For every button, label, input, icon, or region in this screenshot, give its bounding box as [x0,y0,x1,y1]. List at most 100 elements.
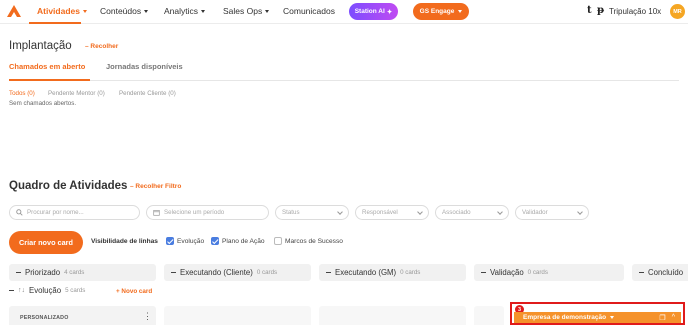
swimlane-count: 5 cards [65,287,86,294]
validator-placeholder: Validador [522,209,548,216]
collapse-link[interactable]: – Recolher [85,43,118,50]
responsible-placeholder: Responsável [362,209,398,216]
empty-column-cell [164,306,311,325]
column-count: 0 cards [400,269,421,276]
chevron-down-icon [458,10,463,13]
checkbox-plano-de-acao-label: Plano de Ação [222,238,265,245]
chevron-up-icon[interactable]: ^ [672,314,675,322]
nav-item-label: Sales Ops [223,6,263,16]
swimlane-name: Evolução [29,286,62,295]
add-card-button[interactable]: + Novo card [116,288,152,295]
collapse-label: Recolher [90,43,119,50]
checkbox-evolucao-label: Evolução [177,238,205,245]
station-ai-button[interactable]: Station AI ✦ [349,3,398,20]
station-ai-label: Station AI [354,8,385,15]
page-title: Implantação [9,40,72,52]
collapse-icon[interactable] [9,289,14,292]
search-placeholder: Procurar por nome... [27,209,84,216]
nav-item-label: Atividades [37,6,80,16]
checkbox-marcos-de-sucesso[interactable] [274,237,282,245]
active-nav-indicator [29,22,81,24]
avatar[interactable]: MR [670,4,685,19]
nav-item-conteudos[interactable]: Conteúdos [100,6,149,16]
checkbox-evolucao[interactable] [166,237,174,245]
tab-jornadas-disponiveis[interactable]: Jornadas disponíveis [106,62,183,71]
search-input[interactable]: Procurar por nome... [9,205,140,220]
status-placeholder: Status [282,209,300,216]
column-name: Validação [490,268,524,277]
period-picker[interactable]: Selecione um período [146,205,269,220]
p-brand-icon[interactable]: ᵽ [597,5,604,16]
create-card-button[interactable]: Criar novo card [9,231,83,254]
chevron-down-icon [577,208,583,215]
t-brand-icon[interactable]: t [587,5,592,16]
chevron-down-icon [265,9,270,13]
column-name: Concluído [648,268,684,277]
collapse-icon[interactable] [481,271,486,274]
demo-company-label: Empresa de demonstração [523,314,607,321]
nav-item-label: Conteúdos [100,6,142,16]
associate-placeholder: Associado [442,209,471,216]
board-title: Quadro de Atividades [9,180,128,192]
nav-item-sales-ops[interactable]: Sales Ops [223,6,270,16]
chevron-down-icon [83,9,87,13]
column-name: Executando (Cliente) [180,268,253,277]
chevron-down-icon [201,9,206,13]
sort-arrows-icon[interactable]: ↑↓ [18,287,25,294]
nav-item-atividades[interactable]: Atividades [37,6,87,16]
filter-pendente-cliente[interactable]: Pendente Cliente (0) [119,90,176,97]
nav-item-analytics[interactable]: Analytics [164,6,206,16]
collapse-icon[interactable] [326,271,331,274]
visibility-label: Visibilidade de linhas [91,238,158,245]
column-header-executando-gm[interactable]: Executando (GM) 0 cards [319,264,466,281]
empty-column-cell [474,306,504,325]
column-header-validacao[interactable]: Validação 0 cards [474,264,624,281]
column-count: 0 cards [527,269,548,276]
nav-item-label: Analytics [164,6,199,16]
collapse-icon[interactable] [16,271,21,274]
associate-select[interactable]: Associado [435,205,509,220]
active-tab-indicator [9,79,90,81]
filter-todos[interactable]: Todos (0) [9,90,35,97]
chevron-down-icon [417,208,423,215]
demo-company-selector[interactable]: Empresa de demonstração [514,312,681,323]
checkbox-plano-de-acao[interactable] [211,237,219,245]
column-header-executando-cliente[interactable]: Executando (Cliente) 0 cards [164,264,311,281]
card-type-label: PERSONALIZADO [20,315,69,321]
app-logo-icon[interactable] [6,4,22,19]
column-header-concluido[interactable]: Concluído [632,264,688,281]
collapse-icon[interactable] [171,271,176,274]
search-icon [16,209,23,216]
column-header-priorizado[interactable]: Priorizado 4 cards [9,264,156,281]
chevron-down-icon [497,208,503,215]
gs-engage-label: GS Engage [419,8,455,15]
demo-bar-actions: ❐ ^ [659,314,675,322]
empty-state-text: Sem chamados abertos. [9,100,77,107]
responsible-select[interactable]: Responsável [355,205,429,220]
status-select[interactable]: Status [275,205,349,220]
column-count: 4 cards [64,269,85,276]
chevron-down-icon [610,316,615,319]
team-name[interactable]: Tripulação 10x [609,7,661,16]
nav-item-label: Comunicados [283,6,335,16]
collapse-filter-label: Recolher Filtro [135,183,182,190]
column-name: Executando (GM) [335,268,397,277]
checkbox-marcos-de-sucesso-label: Marcos de Sucesso [285,238,343,245]
column-count: 0 cards [256,269,278,276]
collapse-icon[interactable] [639,271,644,274]
calendar-icon [153,210,160,216]
nav-item-comunicados[interactable]: Comunicados [283,6,335,16]
top-navigation-bar: Atividades Conteúdos Analytics Sales Ops… [0,0,688,24]
tabs-divider [9,80,679,81]
copy-icon[interactable]: ❐ [659,314,665,322]
chevron-down-icon [144,9,149,13]
collapse-filter-link[interactable]: – Recolher Filtro [130,183,181,190]
column-name: Priorizado [25,268,61,277]
demo-company-bar[interactable]: 3 Empresa de demonstração ❐ ^ [510,302,685,325]
tab-chamados-em-aberto[interactable]: Chamados em aberto [9,62,85,71]
gs-engage-button[interactable]: GS Engage [413,3,469,20]
swimlane-header-evolucao[interactable]: ↑↓ Evolução 5 cards [9,286,85,295]
validator-select[interactable]: Validador [515,205,589,220]
filter-pendente-mentor[interactable]: Pendente Mentor (0) [48,90,105,97]
more-options-icon[interactable]: ⋮ [143,312,152,321]
